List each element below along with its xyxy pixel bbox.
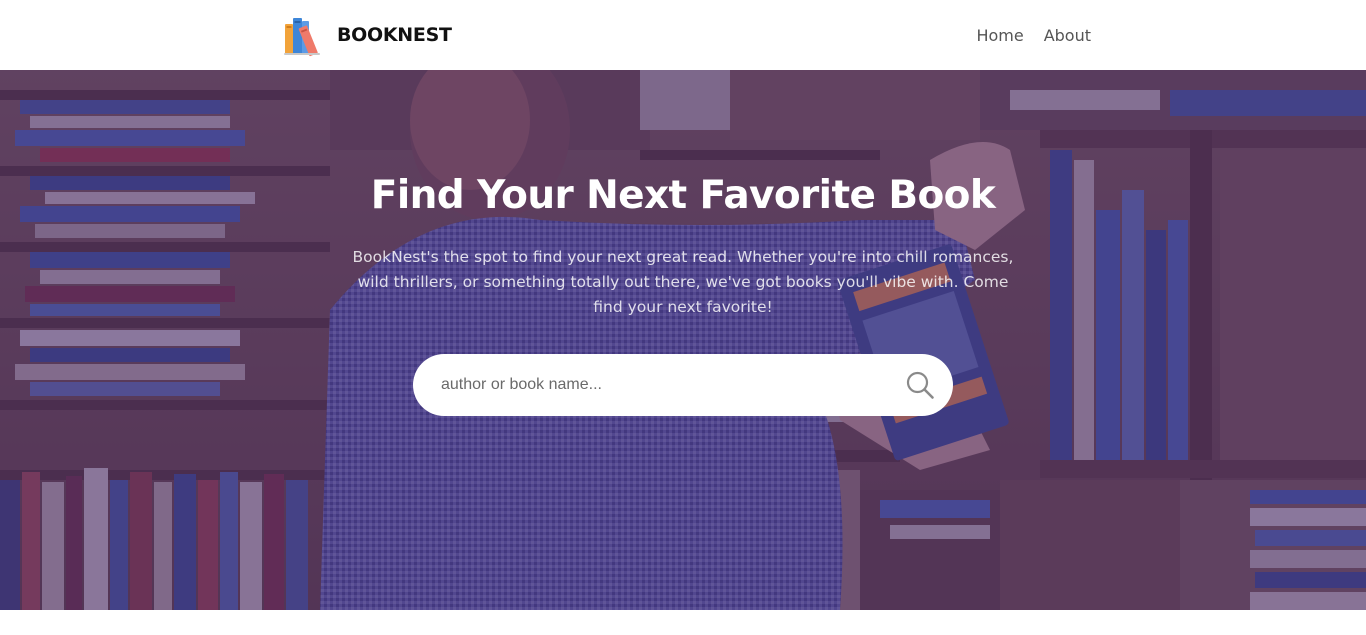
brand[interactable]: BOOKNEST [283,12,452,58]
search-input[interactable] [441,354,881,416]
search-bar [413,354,953,416]
hero-overlay [0,70,1366,610]
hero-title: Find Your Next Favorite Book [370,173,996,218]
header-container: BOOKNEST Home About [283,0,1091,70]
main-nav: Home About [976,26,1091,45]
nav-link-home[interactable]: Home [976,26,1023,45]
nav-link-about[interactable]: About [1044,26,1091,45]
site-header: BOOKNEST Home About [0,0,1366,70]
search-icon[interactable] [905,370,935,400]
hero-subtitle: BookNest's the spot to find your next gr… [352,248,1014,316]
brand-name: BOOKNEST [337,24,452,46]
books-logo-icon [284,18,320,57]
hero-section: Find Your Next Favorite Book BookNest's … [0,70,1366,610]
